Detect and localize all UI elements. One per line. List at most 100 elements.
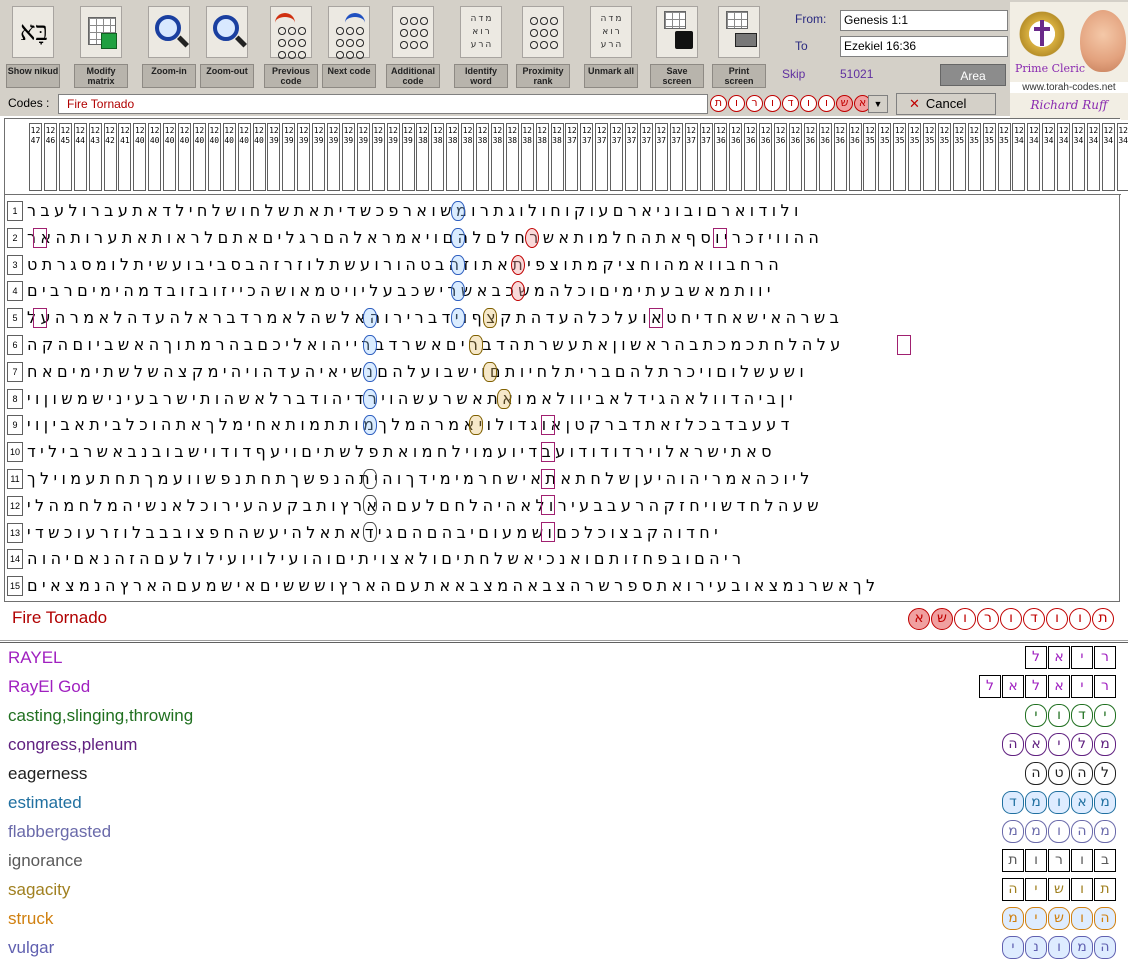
highlight-mark [483,308,497,328]
printer-icon [718,6,760,58]
identify-word-button[interactable]: מדה רוא הרע Identify word [454,4,508,88]
to-field[interactable]: Ezekiel 16:36 [840,36,1008,57]
column-header: 1237 [580,123,594,191]
matrix-row[interactable]: ולודוארםובוניארםעוקוחולוגתרומשוארפכשדיתא… [27,199,1117,223]
additional-code-button[interactable]: Additional code [386,4,440,88]
modify-matrix-button[interactable]: Modify matrix [74,4,128,88]
code-letter: ת [1092,608,1114,630]
column-header: 1237 [654,123,668,191]
legend-letter: מ [1002,820,1024,843]
column-header: 1237 [669,123,683,191]
code-letter: ו [818,95,835,112]
save-screen-button[interactable]: Save screen [650,4,704,88]
matrix-row[interactable]: יוותמאשבעתימיםוכלהמשכבאשרישכבעליויטמאושה… [27,279,1117,303]
column-header: 1240 [237,123,251,191]
legend-letters: מאומד [916,791,1116,815]
matrix-row[interactable]: ריהםובפחזותםואנכיאשלחתיםולאצויתיםוהועילו… [27,547,1117,571]
matrix-row[interactable]: עלהלחתכמכתבהראשוןאתעשרתהדבריםאשרדברייהוא… [27,333,1117,357]
column-header: 1239 [341,123,355,191]
matrix-row[interactable]: ליוכהאמריהוהיעןשלחתאתאישחרמימידךוהיתהנפש… [27,467,1117,491]
code-letter: ו [1000,608,1022,630]
column-header: 1239 [371,123,385,191]
highlight-mark [649,308,663,328]
matrix-row[interactable]: דעעבדבכלזאתדברקטןאוגדולויאמרהמלךמותתמותא… [27,413,1117,437]
legend-letter: ל [979,675,1001,698]
legend-letters: ריאל [916,646,1116,670]
legend-term[interactable]: eagerness [8,760,608,788]
legend-letter: מ [1094,733,1116,756]
legend-term[interactable]: RAYEL [8,644,608,672]
legend-term[interactable]: struck [8,905,608,933]
show-nikud-label: Show nikud [6,64,60,88]
highlight-mark [525,228,539,248]
previous-code-button[interactable]: Previous code [264,4,318,88]
legend-letter: מ [1094,820,1116,843]
legend-term[interactable]: sagacity [8,876,608,904]
highlight-mark [451,228,465,248]
legend-term[interactable]: RayEl God [8,673,608,701]
column-header: 1239 [356,123,370,191]
legend-term[interactable]: flabbergasted [8,818,608,846]
matrix-row[interactable]: בשרהאישאחדיחטאועלכלהעדהתקצףוידברירוהאלשה… [27,306,1117,330]
next-code-button[interactable]: Next code [322,4,376,88]
codes-field[interactable]: Fire Tornado [58,94,708,114]
from-field[interactable]: Genesis 1:1 [840,10,1008,31]
code-letter: ו [954,608,976,630]
legend-term[interactable]: ignorance [8,847,608,875]
row-number: 12 [7,495,23,516]
matrix-row[interactable]: סאתישראלוירדודודועבדיועמוילחמואתפלשתיםוי… [27,440,1117,464]
legend-letter: ה [1071,762,1093,785]
column-header: 1241 [118,123,132,191]
show-nikud-button[interactable]: בָּא Show nikud [6,4,60,88]
matrix-row[interactable]: ההוויזכריוסףאתהחלמותאשרחלםלהםויאמראלהםרג… [27,226,1117,250]
code-letter: ר [977,608,999,630]
unmark-all-button[interactable]: מדה רוא הרע Unmark all [584,4,638,88]
column-header: 1236 [744,123,758,191]
column-header: 1239 [327,123,340,191]
skip-label: Skip [782,67,806,81]
legend-term[interactable]: estimated [8,789,608,817]
code-matrix[interactable]: 1247 1246 1245 1244 1243 1242 1241 1240 1240 1240… [4,118,1128,602]
legend-letter: ה [1025,762,1047,785]
matrix-row[interactable]: יחדוהקבצוכלכםושמעוםיבהםהםגידאתאלהיעשהחפצ… [27,521,1117,545]
legend-term[interactable]: vulgar [8,934,608,962]
highlight-mark [713,228,727,248]
row-number: 11 [7,469,23,489]
column-header: 1239 [282,123,296,191]
legend-letter: ש [1048,907,1070,930]
legend-letter: ל [1071,733,1093,756]
row-number: 8 [7,388,23,409]
zoom-in-button[interactable]: Zoom-in [142,4,196,88]
code-letter: ת [710,95,727,112]
row-number: 6 [7,335,23,355]
print-screen-button[interactable]: Print screen [712,4,766,88]
chevron-down-icon[interactable]: ▼ [868,95,888,113]
code-letter: ד [782,95,799,112]
matrix-row[interactable]: הרחבוואמהוחציקמתוצפיתאתוזהבטהורועשתלוזרז… [27,253,1117,277]
code-letter: ו [1069,608,1091,630]
column-header: 1244 [73,123,87,191]
column-header: 1239 [401,123,415,191]
legend-term[interactable]: casting,slinging,throwing [8,702,608,730]
zoom-out-button[interactable]: Zoom-out [200,4,254,88]
cancel-button[interactable]: ✕ Cancel [896,93,996,115]
legend-letters: המוני [916,936,1116,960]
column-header: 1236 [848,123,862,191]
next-arrow-icon [328,6,370,61]
legend-letter: ו [1048,791,1070,814]
save-screen-label: Save screen [650,64,704,88]
proximity-rank-button[interactable]: Proximity rank [516,4,570,88]
legend-letter: ה [1094,936,1116,959]
legend-term[interactable]: congress,plenum [8,731,608,759]
matrix-row[interactable]: יןביהדוולאהגידלאביוולאמואתאשרעשהוירדיהוד… [27,387,1117,411]
next-code-label: Next code [322,64,376,88]
matrix-row[interactable]: שעהלחדשויחזקהרעבבעירולאהיהלחםלעםהארץותבק… [27,494,1117,518]
column-header: 1237 [684,123,698,191]
logo: Prime Cleric www.torah-codes.net Richard… [1010,2,1128,120]
matrix-row[interactable]: לךאשרנמצאובעירואתספרשרהצבאהמצבאאתעםהארץו… [27,574,1117,598]
area-button[interactable]: Area [940,64,1006,86]
legend-letters: מליאה [916,733,1116,757]
matrix-row[interactable]: ושעשלוםויכרתלהםבריתלחיותםוישבועלהםנשיאיה… [27,360,1117,384]
from-label: From: [795,12,827,26]
legend-letter: מ [1094,791,1116,814]
